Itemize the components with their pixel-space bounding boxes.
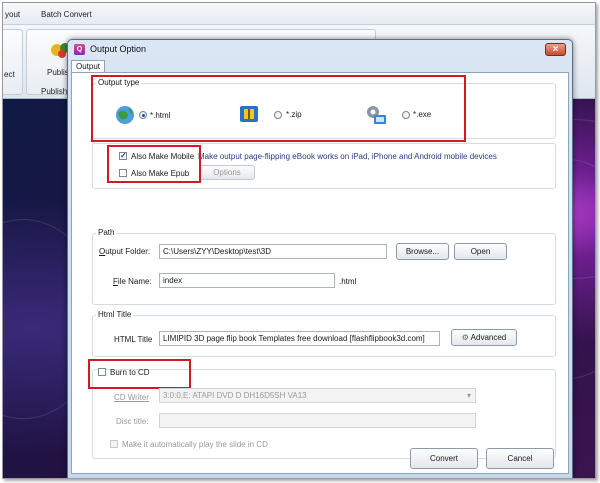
file-name-input[interactable]: index [159,273,335,288]
highlight-output-type [91,75,466,142]
screenshot-frame: yout Batch Convert ect Publis Publish Q … [2,2,596,479]
highlight-burn-cd [88,359,191,389]
file-extension: .html [339,277,357,286]
convert-button[interactable]: Convert [410,448,478,469]
autoplay-label: Make it automatically play the slide in … [122,440,268,449]
ribbon-publish-group-label: Publish [41,87,68,96]
html-title-group-title: Html Title [96,310,134,319]
advanced-gear-icon: ⚙ [461,333,469,342]
ribbon-publish-button[interactable]: Publis [47,68,69,77]
options-label: Options [213,168,241,177]
dialog-titlebar[interactable]: Q Output Option × [68,40,572,60]
open-button[interactable]: Open [454,243,507,260]
ribbon-group-select: ect [3,29,23,95]
highlight-mobile [107,145,201,183]
mobile-note: Make output page-flipping eBook works on… [198,152,497,161]
menu-item-layout[interactable]: yout [5,10,20,19]
browse-button[interactable]: Browse... [396,243,449,260]
advanced-label: Advanced [470,333,507,342]
cd-writer-value: 3:0:0,E: ATAPI DVD D DH16D5SH VA13 [163,391,307,400]
cd-writer-label: CD Writer [114,393,149,402]
output-folder-label: Output Folder: [99,247,151,256]
autoplay-checkbox[interactable] [110,440,118,448]
menu-bar: yout Batch Convert [3,3,595,25]
disc-title-label: Disc title: [116,417,149,426]
advanced-button[interactable]: ⚙ Advanced [451,329,517,346]
output-folder-input[interactable]: C:\Users\ZYY\Desktop\test\3D [159,244,387,259]
output-option-dialog: Q Output Option × Output Output type *.h… [67,39,573,478]
epub-options-button[interactable]: Options [199,165,255,180]
disc-title-input[interactable] [159,413,476,428]
menu-item-batch-convert[interactable]: Batch Convert [41,10,92,19]
html-title-label: HTML Title [114,335,153,344]
path-title: Path [96,228,117,237]
close-icon: × [552,44,559,55]
app-logo-icon: Q [74,44,85,55]
close-button[interactable]: × [545,43,566,56]
output-panel: Output type *.html *.zip *.exe ✓ Also Ma… [71,72,569,474]
html-title-input[interactable]: LIMIPID 3D page flip book Templates free… [159,331,440,346]
dialog-title: Output Option [90,44,147,54]
ribbon-select-label: ect [4,70,15,79]
chevron-down-icon: ▾ [466,391,471,400]
cd-writer-select[interactable]: 3:0:0,E: ATAPI DVD D DH16D5SH VA13 ▾ [159,388,476,403]
cancel-button[interactable]: Cancel [486,448,554,469]
file-name-label: File Name: [113,277,152,286]
